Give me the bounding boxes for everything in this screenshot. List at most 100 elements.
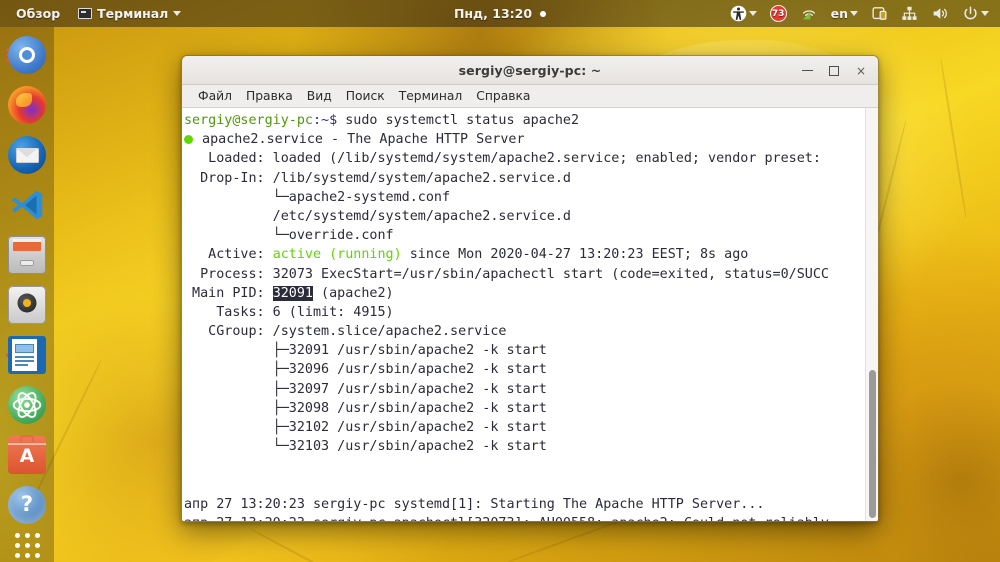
- terminal-line: ├─32096 /usr/sbin/apache2 -k start: [184, 360, 865, 379]
- minimize-button[interactable]: [794, 60, 820, 82]
- wallpaper-leaf-shadow-2: [860, 380, 1000, 562]
- selected-pid[interactable]: 32091: [272, 285, 313, 301]
- top-panel: Обзор Терминал Пнд, 13:20 73 en: [0, 0, 1000, 27]
- wifi-icon: [802, 9, 815, 19]
- dock-item-chromium[interactable]: [5, 33, 49, 77]
- terminal-line: └─32103 /usr/sbin/apache2 -k start: [184, 437, 865, 456]
- terminal-line: └─apache2-systemd.conf: [184, 188, 865, 207]
- dock-item-vscode[interactable]: [5, 183, 49, 227]
- maximize-button[interactable]: [821, 60, 847, 82]
- tray-power[interactable]: [957, 3, 994, 24]
- menu-view[interactable]: Вид: [300, 87, 339, 105]
- line-text: Drop-In: /lib/systemd/system/apache2.ser…: [184, 170, 571, 186]
- terminal-menubar: Файл Правка Вид Поиск Терминал Справка: [182, 85, 878, 108]
- tray-keyboard-layout[interactable]: en: [826, 4, 863, 23]
- terminal-screen[interactable]: sergiy@sergiy-pc:~$ sudo systemctl statu…: [182, 108, 865, 521]
- minimize-icon: [801, 69, 813, 72]
- line-text: ├─32098 /usr/sbin/apache2 -k start: [184, 400, 547, 416]
- window-titlebar[interactable]: sergiy@sergiy-pc: ~ ×: [182, 56, 878, 85]
- notification-badge-icon: 73: [769, 5, 787, 22]
- power-icon: [964, 6, 977, 20]
- dock-item-ubuntu-software[interactable]: A: [5, 433, 49, 477]
- line-text: CGroup: /system.slice/apache2.service: [184, 324, 507, 340]
- dock-item-rhythmbox[interactable]: [5, 283, 49, 327]
- chevron-down-icon: [748, 11, 757, 16]
- thunderbird-icon: [8, 136, 46, 174]
- line-text: ├─32091 /usr/sbin/apache2 -k start: [184, 343, 547, 359]
- line-text: └─apache2-systemd.conf: [184, 189, 451, 205]
- status-active-dot-icon: [184, 135, 193, 145]
- dock-item-atom[interactable]: [5, 383, 49, 427]
- display-icon: [872, 7, 887, 20]
- volume-icon: [933, 8, 947, 19]
- firefox-icon: [8, 86, 46, 124]
- wallpaper-vein-2: [940, 59, 968, 219]
- terminal-line: ├─32098 /usr/sbin/apache2 -k start: [184, 399, 865, 418]
- line-text: Process: 32073 ExecStart=/usr/sbin/apach…: [184, 266, 829, 282]
- desktop: Обзор Терминал Пнд, 13:20 73 en A ? serg…: [0, 0, 1000, 562]
- wallpaper-vein-5: [250, 528, 357, 562]
- dock-item-files[interactable]: [5, 233, 49, 277]
- libreoffice-writer-icon: [8, 336, 46, 374]
- terminal-scrollbar[interactable]: [865, 108, 878, 521]
- files-icon: [8, 236, 46, 274]
- terminal-body: sergiy@sergiy-pc:~$ sudo systemctl statu…: [182, 108, 878, 521]
- terminal-line: Active: active (running) since Mon 2020-…: [184, 245, 865, 264]
- app-menu-label: Терминал: [97, 6, 169, 21]
- menu-edit[interactable]: Правка: [239, 87, 300, 105]
- terminal-line: ├─32102 /usr/sbin/apache2 -k start: [184, 418, 865, 437]
- tray-wifi[interactable]: [795, 4, 823, 24]
- menu-help[interactable]: Справка: [469, 87, 537, 105]
- rhythmbox-icon: [8, 286, 46, 324]
- line-text: ├─32097 /usr/sbin/apache2 -k start: [184, 381, 547, 397]
- chromium-icon: [8, 36, 46, 74]
- terminal-line: апр 27 13:20:23 sergiy-pc systemd[1]: St…: [184, 495, 865, 514]
- chevron-down-icon: [850, 11, 858, 16]
- activities-button[interactable]: Обзор: [9, 3, 67, 24]
- chevron-down-icon: [981, 11, 989, 16]
- notification-dot-icon: [540, 10, 547, 17]
- window-controls: ×: [794, 56, 874, 85]
- ubuntu-software-icon: A: [8, 435, 46, 474]
- wallpaper-vein-4: [507, 520, 621, 562]
- tray-notifications[interactable]: 73: [765, 3, 792, 24]
- dock-item-firefox[interactable]: [5, 83, 49, 127]
- terminal-line: ├─32097 /usr/sbin/apache2 -k start: [184, 380, 865, 399]
- clock-button[interactable]: Пнд, 13:20: [447, 3, 553, 24]
- terminal-line: Drop-In: /lib/systemd/system/apache2.ser…: [184, 169, 865, 188]
- tray-display[interactable]: [866, 3, 893, 24]
- panel-left-group: Обзор Терминал: [0, 3, 188, 24]
- terminal-line: /etc/systemd/system/apache2.service.d: [184, 207, 865, 226]
- keyboard-layout-label: en: [830, 6, 848, 21]
- tray-network[interactable]: [896, 3, 923, 24]
- line-text: апр 27 13:20:23 sergiy-pc systemd[1]: St…: [184, 496, 765, 512]
- network-icon: [902, 6, 917, 20]
- scrollbar-thumb[interactable]: [869, 370, 876, 518]
- active-detail: since Mon 2020-04-27 13:20:23 EEST; 8s a…: [401, 247, 749, 263]
- menu-search[interactable]: Поиск: [339, 87, 392, 105]
- prompt-user: sergiy@sergiy-pc: [184, 113, 313, 128]
- terminal-line: CGroup: /system.slice/apache2.service: [184, 322, 865, 341]
- line-text: └─32103 /usr/sbin/apache2 -k start: [184, 439, 547, 455]
- show-applications-button[interactable]: [5, 533, 49, 558]
- panel-right-tray: 73 en: [725, 0, 994, 27]
- tray-accessibility[interactable]: [725, 3, 762, 24]
- line-text: ├─32102 /usr/sbin/apache2 -k start: [184, 420, 547, 435]
- close-button[interactable]: ×: [848, 60, 874, 82]
- menu-terminal[interactable]: Терминал: [392, 87, 470, 105]
- tray-volume[interactable]: [926, 3, 954, 24]
- atom-icon: [8, 386, 46, 424]
- line-text: Loaded: loaded (/lib/systemd/system/apac…: [184, 151, 821, 167]
- line-text: Tasks: 6 (limit: 4915): [184, 304, 394, 320]
- terminal-icon: [78, 8, 93, 19]
- terminal-line: sergiy@sergiy-pc:~$ sudo systemctl statu…: [184, 111, 865, 130]
- menu-file[interactable]: Файл: [191, 87, 239, 105]
- dock-item-help[interactable]: ?: [5, 483, 49, 527]
- app-menu-button[interactable]: Терминал: [71, 3, 188, 24]
- window-title: sergiy@sergiy-pc: ~: [458, 62, 602, 78]
- mainpid-detail: (apache2): [313, 285, 394, 301]
- dock-item-thunderbird[interactable]: [5, 133, 49, 177]
- dock-item-libreoffice-writer[interactable]: [5, 333, 49, 377]
- terminal-line: Loaded: loaded (/lib/systemd/system/apac…: [184, 149, 865, 168]
- terminal-line: apache2.service - The Apache HTTP Server: [184, 130, 865, 149]
